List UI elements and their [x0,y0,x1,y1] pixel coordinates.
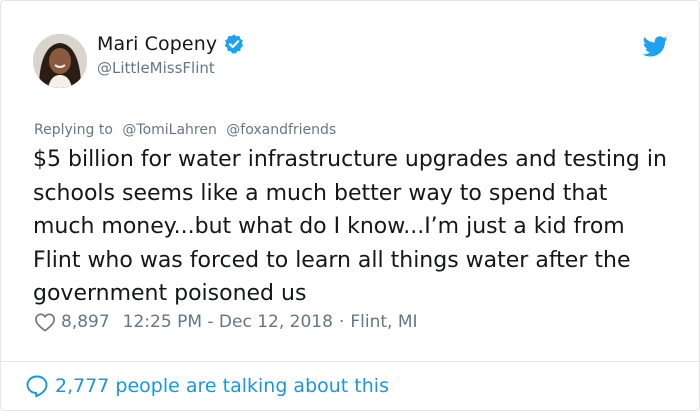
like-count[interactable]: 8,897 [61,312,110,332]
avatar[interactable] [33,34,87,88]
replying-to-label: Replying to [34,122,113,138]
tweet-meta: 8,897 12:25 PM - Dec 12, 2018 · Flint, M… [34,312,418,332]
talking-about-text[interactable]: 2,777 people are talking about this [55,375,389,397]
divider [1,361,699,362]
tweet-text: $5 billion for water infrastructure upgr… [33,147,667,306]
mention-link[interactable]: @TomiLahren [122,122,216,138]
tweet-location[interactable]: Flint, MI [350,312,417,332]
author-handle[interactable]: @LittleMissFlint [97,59,215,77]
heart-icon[interactable] [34,312,56,332]
tweet-card: Mari Copeny @LittleMissFlint Replying to… [0,0,700,411]
author-name[interactable]: Mari Copeny [97,33,217,55]
avatar-image [33,34,87,88]
author-name-row[interactable]: Mari Copeny [97,33,245,55]
tweet-timestamp[interactable]: 12:25 PM - Dec 12, 2018 [123,312,333,332]
speech-bubble-icon [26,375,48,398]
verified-badge-icon [225,34,244,54]
replying-to-line: Replying to @TomiLahren @foxandfriends [34,122,336,138]
talking-about-link[interactable]: 2,777 people are talking about this [25,374,389,398]
mention-link[interactable]: @foxandfriends [226,122,336,138]
meta-separator: · [338,312,345,332]
twitter-bird-icon[interactable] [643,36,668,57]
